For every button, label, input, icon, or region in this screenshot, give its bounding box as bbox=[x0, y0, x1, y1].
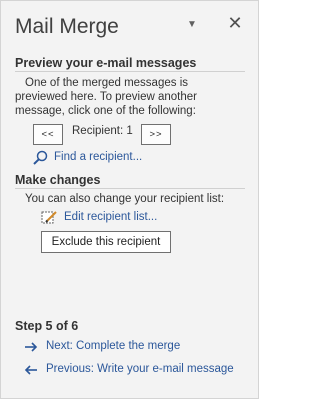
previous-recipient-button[interactable]: << bbox=[33, 124, 63, 145]
preview-line-1: One of the merged messages is bbox=[25, 77, 188, 89]
preview-heading: Preview your e-mail messages bbox=[15, 56, 197, 70]
changes-description: You can also change your recipient list: bbox=[25, 193, 225, 205]
arrow-left-icon bbox=[24, 365, 37, 375]
arrow-right-icon bbox=[25, 342, 38, 352]
mail-merge-pane: Mail Merge ▼ ✕ Preview your e-mail messa… bbox=[0, 0, 259, 399]
changes-heading: Make changes bbox=[15, 173, 101, 187]
find-recipient-link[interactable]: Find a recipient... bbox=[54, 151, 142, 163]
preview-divider bbox=[15, 71, 245, 72]
changes-divider bbox=[15, 188, 245, 189]
next-step-link[interactable]: Next: Complete the merge bbox=[46, 340, 180, 352]
preview-line-3: message, click one of the following: bbox=[15, 105, 196, 117]
close-icon[interactable]: ✕ bbox=[226, 14, 244, 32]
recipient-number: Recipient: 1 bbox=[72, 125, 133, 137]
step-indicator: Step 5 of 6 bbox=[15, 319, 79, 333]
find-recipient-icon bbox=[33, 150, 48, 165]
previous-step-link[interactable]: Previous: Write your e-mail message bbox=[46, 363, 234, 375]
pane-title: Mail Merge bbox=[15, 15, 119, 38]
chevron-down-icon[interactable]: ▼ bbox=[185, 18, 199, 32]
exclude-recipient-button[interactable]: Exclude this recipient bbox=[41, 231, 171, 253]
edit-list-icon bbox=[41, 211, 57, 224]
preview-line-2: previewed here. To preview another bbox=[15, 91, 197, 103]
next-recipient-button[interactable]: >> bbox=[141, 124, 171, 145]
edit-recipient-list-link[interactable]: Edit recipient list... bbox=[64, 211, 157, 223]
